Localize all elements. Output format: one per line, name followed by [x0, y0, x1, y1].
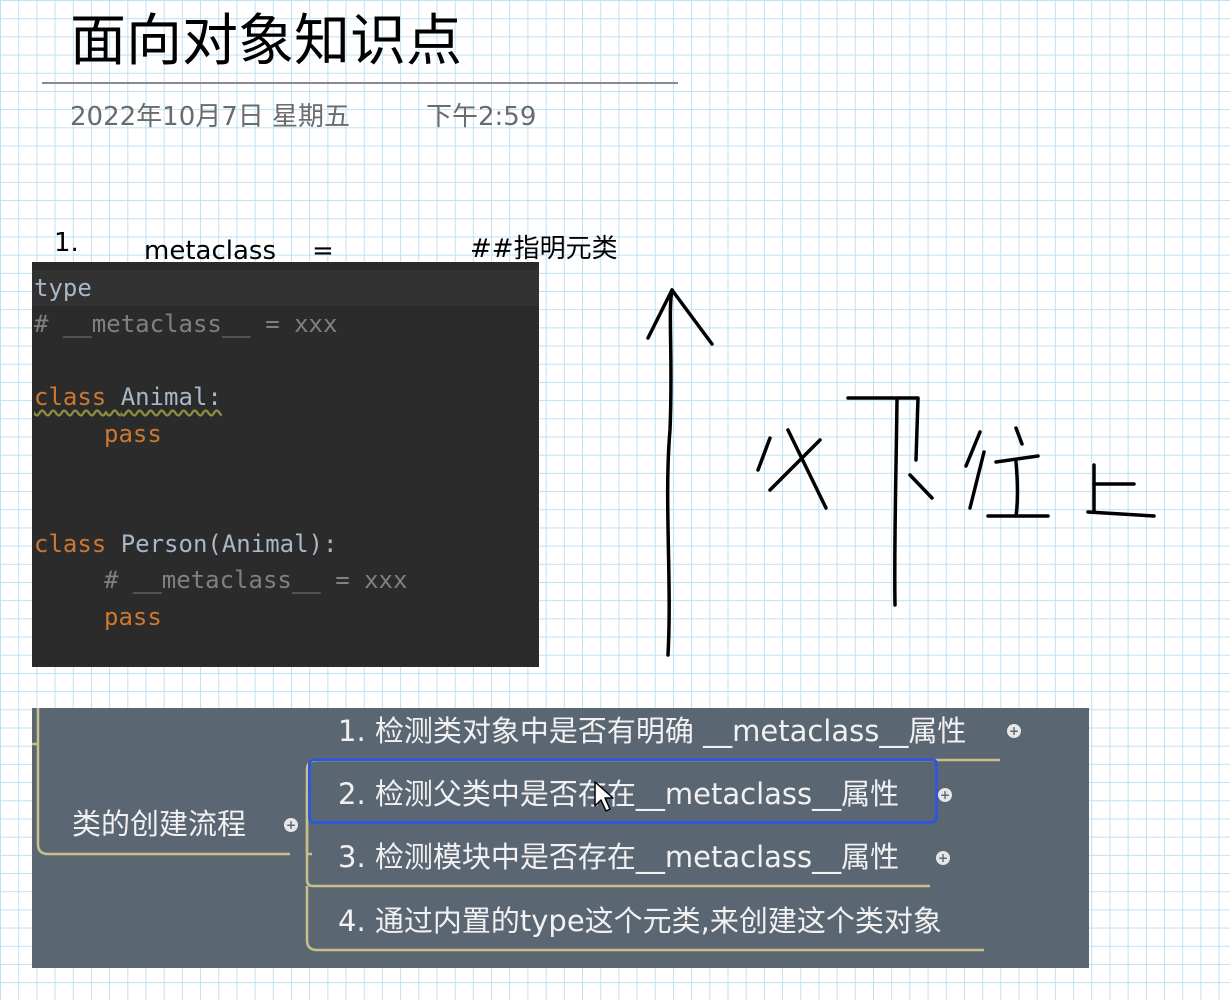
page-date: 2022年10月7日 星期五 [70, 102, 351, 132]
mouse-cursor-icon [594, 781, 614, 812]
mindmap-screenshot: 类的创建流程 + 1. 检测类对象中是否有明确 __metaclass__属性 … [32, 708, 1089, 968]
code-line-class-animal: class Animal: [34, 379, 222, 415]
code-line-class-person: class Person(Animal): [34, 526, 337, 562]
code-line-comment: # __metaclass__ = xxx [34, 310, 338, 338]
mindmap-item-1[interactable]: 1. 检测类对象中是否有明确 __metaclass__属性 [338, 711, 966, 751]
expand-icon[interactable]: + [1007, 724, 1021, 738]
handwritten-char-xia [846, 396, 934, 607]
code-line-pass: pass [104, 420, 162, 448]
handwritten-char-fu [756, 428, 828, 510]
code-keyword-class: class [34, 530, 107, 558]
expand-icon[interactable]: + [284, 818, 298, 832]
code-class-name: Person(Animal): [120, 530, 338, 558]
mindmap-item-3[interactable]: 3. 检测模块中是否存在__metaclass__属性 [338, 837, 899, 877]
mindmap-root[interactable]: 类的创建流程 [72, 804, 246, 844]
page-title: 面向对象知识点 [70, 9, 462, 74]
handwritten-char-wang [964, 426, 1050, 518]
code-line-type: type [34, 274, 92, 302]
code-screenshot: type # __metaclass__ = xxx class Animal:… [32, 262, 539, 667]
title-divider [42, 82, 678, 84]
note-comment: ##指明元类 [470, 234, 618, 264]
handwriting-annotation [646, 288, 1156, 657]
page-time: 下午2:59 [426, 102, 537, 132]
code-line-highlight [32, 270, 539, 306]
expand-icon[interactable]: + [936, 851, 950, 865]
code-line-pass: pass [104, 603, 162, 631]
mindmap-item-2[interactable]: 2. 检测父类中是否存在__metaclass__属性 [338, 774, 899, 814]
expand-icon[interactable]: + [938, 788, 952, 802]
code-class-name: Animal: [120, 383, 222, 411]
code-keyword-class: class [34, 383, 107, 411]
handwritten-char-shang [1086, 463, 1156, 518]
code-line-comment: # __metaclass__ = xxx [104, 566, 408, 594]
mindmap-item-4[interactable]: 4. 通过内置的type这个元类,来创建这个类对象 [338, 901, 942, 941]
up-arrow-icon [646, 288, 714, 657]
note-item-number: 1. [54, 228, 79, 258]
